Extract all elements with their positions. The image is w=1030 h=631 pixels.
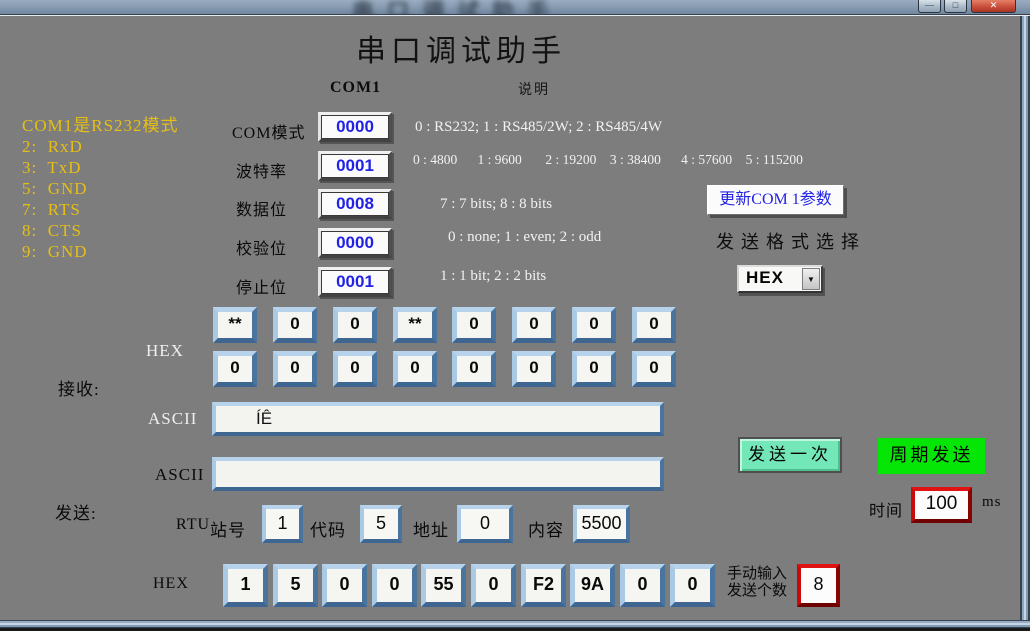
maximize-button[interactable]: □ [944,0,967,13]
baud-rate-desc: 0 : 4800 1 : 9600 2 : 19200 3 : 38400 4 … [413,152,803,168]
send-hex-cell[interactable]: 1 [223,564,268,607]
titlebar: 串口调试助手 [0,0,1030,14]
receive-hex-cell: ** [213,307,257,343]
parity-value[interactable]: 0000 [318,228,392,258]
close-icon: ✕ [990,0,998,10]
pinout-line: 5: GND [22,178,179,199]
minimize-icon: — [925,0,934,10]
code-field[interactable]: 5 [360,505,402,543]
receive-hex-cell: 0 [572,351,616,387]
pinout-line: 9: GND [22,241,179,262]
receive-hex-cell: 0 [393,351,437,387]
periodic-send-button[interactable]: 周期发送 [878,438,985,474]
receive-hex-cell: 0 [273,307,317,343]
data-bits-label: 数据位 [236,196,287,220]
stop-bits-label: 停止位 [236,274,287,298]
receive-hex-cell: 0 [333,351,377,387]
parity-desc: 0 : none; 1 : even; 2 : odd [448,229,601,246]
send-hex-cell[interactable]: 0 [372,564,417,607]
parity-label: 校验位 [236,235,287,259]
receive-section-label: 接收: [58,375,100,400]
time-unit-label: ms [982,494,1002,511]
send-hex-label: HEX [153,575,189,593]
send-hex-cell[interactable]: 5 [273,564,318,607]
receive-hex-cell: 0 [213,351,257,387]
code-label: 代码 [310,516,346,541]
receive-hex-cell: 0 [452,351,496,387]
baud-rate-label: 波特率 [236,158,287,182]
com-mode-label: COM模式 [232,119,305,143]
address-field[interactable]: 0 [457,505,513,543]
close-button[interactable]: ✕ [971,0,1016,13]
send-hex-cell[interactable]: 0 [620,564,665,607]
pinout-info: COM1是RS232模式 2: RxD 3: TxD 5: GND 7: RTS… [22,115,179,262]
send-format-dropdown[interactable]: HEX ▼ [737,265,823,293]
content-field[interactable]: 5500 [573,505,630,543]
time-field[interactable]: 100 [911,487,972,523]
station-field[interactable]: 1 [262,505,303,543]
receive-hex-cell: 0 [452,307,496,343]
minimize-button[interactable]: — [918,0,941,13]
data-bits-value[interactable]: 0008 [318,189,392,219]
maximize-icon: □ [953,0,958,10]
chevron-down-icon: ▼ [807,275,815,284]
description-column-header: 说明 [518,79,550,99]
receive-ascii-label: ASCII [148,409,197,429]
send-hex-cell[interactable]: 0 [670,564,715,607]
send-hex-cell[interactable]: 0 [322,564,367,607]
baud-rate-value[interactable]: 0001 [318,151,392,181]
send-hex-cell[interactable]: 55 [421,564,466,607]
pinout-line: 7: RTS [22,199,179,220]
send-section-label: 发送: [55,499,97,524]
app-window: 串口调试助手 — □ ✕ 串口调试助手 COM1 说明 COM1是RS232模式… [0,0,1030,631]
pinout-line: 3: TxD [22,157,179,178]
manual-count-label-line1: 手动输入 [727,566,787,583]
receive-hex-cell: 0 [632,351,676,387]
dropdown-button[interactable]: ▼ [802,268,820,290]
manual-count-field[interactable]: 8 [797,564,840,607]
receive-hex-cell: 0 [512,351,556,387]
send-hex-cell[interactable]: F2 [521,564,566,607]
send-format-selected-value: HEX [746,268,784,288]
station-label: 站号 [210,516,246,541]
com-port-header: COM1 [330,79,381,97]
receive-hex-cell: 0 [572,307,616,343]
page-title: 串口调试助手 [356,26,566,70]
rtu-label: RTU [176,516,210,534]
pinout-line: 8: CTS [22,220,179,241]
manual-count-label-line2: 发送个数 [727,583,787,600]
receive-hex-cell: ** [393,307,437,343]
manual-count-label: 手动输入 发送个数 [727,566,787,600]
com-mode-desc: 0 : RS232; 1 : RS485/2W; 2 : RS485/4W [415,119,662,136]
receive-hex-cell: 0 [333,307,377,343]
receive-hex-cell: 0 [632,307,676,343]
stop-bits-desc: 1 : 1 bit; 2 : 2 bits [440,268,546,285]
receive-ascii-field: ÍÊ [212,402,664,436]
data-bits-desc: 7 : 7 bits; 8 : 8 bits [440,196,552,213]
time-label: 时间 [869,497,903,521]
update-com-params-button[interactable]: 更新COM 1参数 [707,185,844,215]
send-ascii-label: ASCII [155,465,204,485]
stop-bits-value[interactable]: 0001 [318,267,392,297]
send-hex-cell[interactable]: 0 [471,564,516,607]
window-title-blurred: 串口调试助手 [352,0,562,14]
send-once-button[interactable]: 发送一次 [738,437,842,473]
receive-hex-cell: 0 [273,351,317,387]
address-label: 地址 [413,516,449,541]
pinout-line: COM1是RS232模式 [22,115,179,136]
send-hex-cell[interactable]: 9A [570,564,615,607]
send-format-label: 发送格式选择 [716,228,866,254]
content-label: 内容 [528,516,564,541]
pinout-line: 2: RxD [22,136,179,157]
window-border-right [1020,16,1030,620]
send-ascii-field[interactable] [212,457,664,491]
receive-hex-cell: 0 [512,307,556,343]
window-border-bottom [0,620,1030,628]
com-mode-value[interactable]: 0000 [318,112,392,142]
receive-hex-label: HEX [146,341,184,361]
